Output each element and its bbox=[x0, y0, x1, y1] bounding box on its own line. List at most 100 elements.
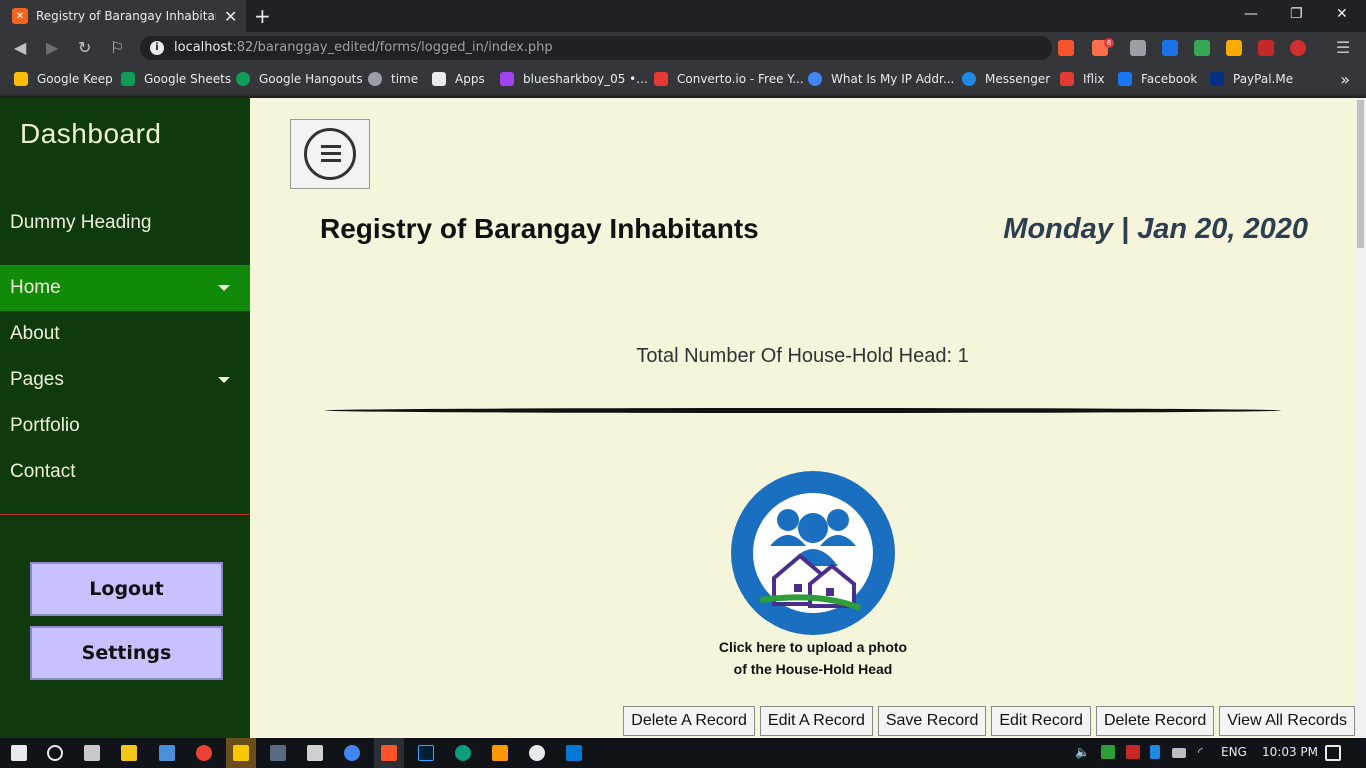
sidebar-item-label: About bbox=[10, 323, 60, 344]
brave-browser-icon[interactable] bbox=[381, 745, 397, 761]
wifi-icon[interactable]: ◜ bbox=[1198, 745, 1203, 759]
virtualbox-icon[interactable] bbox=[270, 745, 286, 761]
tray-app-icon[interactable] bbox=[1101, 745, 1115, 759]
chrome-icon[interactable] bbox=[196, 745, 212, 761]
sticky-notes-icon[interactable] bbox=[233, 745, 249, 761]
back-icon[interactable]: ◀ bbox=[14, 38, 26, 57]
sidebar-item-home[interactable]: Home bbox=[0, 265, 250, 311]
google-keep-icon bbox=[14, 72, 28, 86]
sidebar-subheading: Dummy Heading bbox=[10, 212, 152, 233]
bookmark-icon[interactable]: ⚐ bbox=[110, 38, 124, 57]
tray-security-icon[interactable] bbox=[1126, 745, 1140, 759]
settings-gear-icon[interactable] bbox=[529, 745, 545, 761]
extension-s-icon[interactable] bbox=[1162, 40, 1178, 56]
store-icon[interactable] bbox=[84, 745, 100, 761]
upload-caption[interactable]: Click here to upload a photo of the Hous… bbox=[663, 636, 963, 680]
control-panel-icon[interactable] bbox=[159, 745, 175, 761]
sidebar-item-label: Home bbox=[10, 277, 61, 298]
extension-eyes-icon[interactable] bbox=[1226, 40, 1242, 56]
forward-icon[interactable]: ▶ bbox=[46, 38, 58, 57]
bookmark-bluesharkboy[interactable]: bluesharkboy_05 •... bbox=[500, 72, 648, 86]
paypal-icon bbox=[1210, 72, 1224, 86]
globe-icon bbox=[808, 72, 822, 86]
url-text[interactable]: localhost:82/baranggay_edited/forms/logg… bbox=[174, 40, 553, 55]
facebook-icon bbox=[1118, 72, 1132, 86]
browser-menu-icon[interactable]: ☰ bbox=[1336, 38, 1350, 57]
bookmarks-overflow-icon[interactable]: » bbox=[1340, 70, 1350, 89]
bookmark-paypal[interactable]: PayPal.Me bbox=[1210, 72, 1293, 86]
main-content: Registry of Barangay Inhabitants Monday … bbox=[250, 98, 1355, 738]
minimize-button[interactable]: — bbox=[1244, 6, 1258, 22]
save-record-button[interactable]: Save Record bbox=[877, 706, 987, 736]
page-viewport: Dashboard Dummy Heading Home About Pages… bbox=[0, 98, 1366, 738]
record-actions: Delete A Record Edit A Record Save Recor… bbox=[623, 706, 1355, 736]
edit-a-record-button[interactable]: Edit A Record bbox=[759, 706, 873, 736]
browser-tabstrip: ✕ Registry of Barangay Inhabitants ✕ + —… bbox=[0, 0, 1366, 32]
bookmark-google-keep[interactable]: Google Keep bbox=[14, 72, 113, 86]
clock[interactable]: 10:03 PM bbox=[1262, 745, 1318, 759]
browser-tab[interactable]: ✕ Registry of Barangay Inhabitants ✕ bbox=[0, 0, 246, 32]
vscode-icon[interactable] bbox=[566, 745, 582, 761]
file-explorer-icon[interactable] bbox=[121, 745, 137, 761]
photoshop-icon[interactable] bbox=[418, 745, 434, 761]
scrollbar-thumb[interactable] bbox=[1357, 100, 1364, 248]
sidebar-divider bbox=[0, 514, 250, 515]
sidebar-item-portfolio[interactable]: Portfolio bbox=[0, 403, 250, 449]
time-icon bbox=[368, 72, 382, 86]
extension-media-icon[interactable] bbox=[1258, 40, 1274, 56]
bookmark-google-hangouts[interactable]: Google Hangouts bbox=[236, 72, 363, 86]
bookmark-messenger[interactable]: Messenger bbox=[962, 72, 1050, 86]
bookmark-google-sheets[interactable]: Google Sheets bbox=[121, 72, 231, 86]
menu-toggle-button[interactable] bbox=[290, 119, 370, 189]
bookmark-what-is-my-ip[interactable]: What Is My IP Addr... bbox=[808, 72, 954, 86]
delete-a-record-button[interactable]: Delete A Record bbox=[623, 706, 755, 736]
hamburger-icon bbox=[304, 128, 356, 180]
sidebar: Dashboard Dummy Heading Home About Pages… bbox=[0, 98, 250, 738]
cube-icon bbox=[500, 72, 514, 86]
delete-record-button[interactable]: Delete Record bbox=[1095, 706, 1215, 736]
bookmark-converto[interactable]: Converto.io - Free Y... bbox=[654, 72, 804, 86]
settings-button[interactable]: Settings bbox=[30, 626, 223, 680]
bookmark-iflix[interactable]: Iflix bbox=[1060, 72, 1105, 86]
bookmark-time[interactable]: time bbox=[368, 72, 418, 86]
divider-line bbox=[325, 408, 1281, 413]
close-window-button[interactable]: ✕ bbox=[1336, 6, 1348, 22]
language-indicator[interactable]: ENG bbox=[1221, 745, 1247, 759]
page-scrollbar[interactable] bbox=[1355, 98, 1366, 738]
browser-app-icon[interactable] bbox=[344, 745, 360, 761]
view-all-records-button[interactable]: View All Records bbox=[1219, 706, 1355, 736]
sidebar-item-contact[interactable]: Contact bbox=[0, 449, 250, 495]
bookmark-facebook[interactable]: Facebook bbox=[1118, 72, 1197, 86]
restore-button[interactable]: ❐ bbox=[1290, 6, 1303, 22]
windows-start-icon[interactable] bbox=[11, 745, 27, 761]
messenger-icon bbox=[962, 72, 976, 86]
edge-icon[interactable] bbox=[455, 745, 471, 761]
household-upload-icon[interactable] bbox=[730, 470, 896, 636]
extension-adblock-icon[interactable] bbox=[1290, 40, 1306, 56]
edit-record-button[interactable]: Edit Record bbox=[991, 706, 1091, 736]
app-icon[interactable] bbox=[307, 745, 323, 761]
battery-icon[interactable] bbox=[1172, 748, 1186, 758]
sublime-text-icon[interactable] bbox=[492, 745, 508, 761]
sidebar-item-about[interactable]: About bbox=[0, 311, 250, 357]
sidebar-item-label: Pages bbox=[10, 369, 64, 390]
logout-button[interactable]: Logout bbox=[30, 562, 223, 616]
notifications-icon[interactable] bbox=[1325, 745, 1341, 761]
brave-shield-icon[interactable] bbox=[1058, 40, 1074, 56]
reload-icon[interactable]: ↻ bbox=[78, 38, 91, 57]
search-icon[interactable] bbox=[47, 745, 63, 761]
google-hangouts-icon bbox=[236, 72, 250, 86]
sidebar-item-pages[interactable]: Pages bbox=[0, 357, 250, 403]
bookmark-apps[interactable]: Apps bbox=[432, 72, 485, 86]
extension-color-icon[interactable] bbox=[1194, 40, 1210, 56]
extension-cube-icon[interactable] bbox=[1130, 40, 1146, 56]
volume-icon[interactable]: 🔈 bbox=[1075, 745, 1090, 759]
address-bar[interactable]: i localhost:82/baranggay_edited/forms/lo… bbox=[140, 36, 1052, 60]
site-info-icon[interactable]: i bbox=[150, 41, 164, 55]
new-tab-button[interactable]: + bbox=[254, 4, 271, 28]
tab-close-icon[interactable]: ✕ bbox=[224, 7, 237, 26]
sidebar-item-label: Contact bbox=[10, 461, 76, 482]
iflix-icon bbox=[1060, 72, 1074, 86]
bluetooth-icon[interactable] bbox=[1150, 745, 1160, 759]
page-title: Registry of Barangay Inhabitants bbox=[320, 213, 759, 244]
